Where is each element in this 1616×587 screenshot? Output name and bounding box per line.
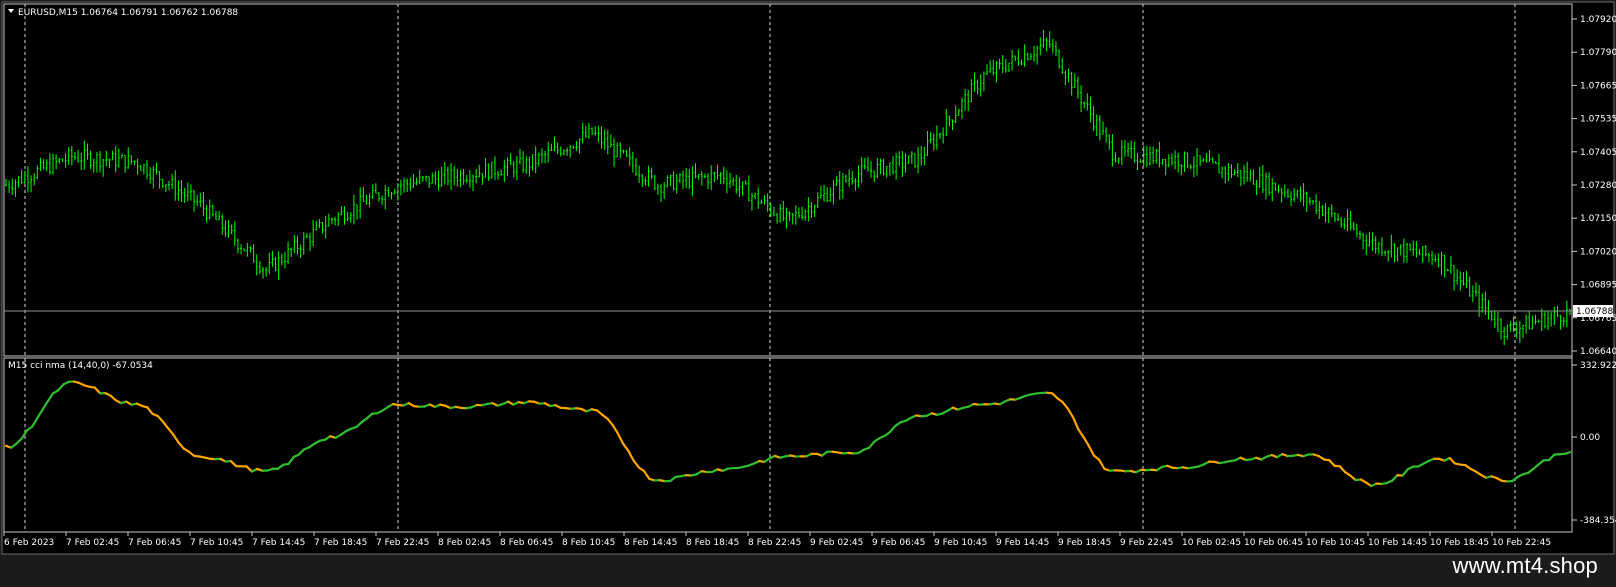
price-tick-label: 1.07665 — [1580, 81, 1616, 91]
price-pane[interactable] — [3, 3, 1573, 357]
price-tick-label: 1.06640 — [1580, 347, 1616, 357]
time-tick-label: 10 Feb 22:45 — [1492, 538, 1551, 548]
price-tick-label: 1.07020 — [1580, 247, 1616, 257]
time-tick-label: 7 Feb 02:45 — [66, 538, 119, 548]
time-tick-label: 8 Feb 22:45 — [748, 538, 801, 548]
time-tick-label: 9 Feb 18:45 — [1058, 538, 1111, 548]
price-tick-label: 1.07280 — [1580, 181, 1616, 191]
price-tick-label: 1.07920 — [1580, 15, 1616, 25]
time-tick-label: 8 Feb 18:45 — [686, 538, 739, 548]
time-tick-label: 9 Feb 14:45 — [996, 538, 1049, 548]
cci-tick-label: 0.00 — [1580, 433, 1600, 443]
time-tick-label: 10 Feb 14:45 — [1368, 538, 1427, 548]
time-tick-label: 10 Feb 06:45 — [1244, 538, 1303, 548]
indicator-pane[interactable] — [3, 357, 1573, 533]
time-tick-label: 7 Feb 14:45 — [252, 538, 305, 548]
time-tick-label: 9 Feb 02:45 — [810, 538, 863, 548]
trading-chart[interactable]: 1.07920 1.07790 1.07665 1.07535 1.07405 1.072… — [0, 0, 1616, 587]
time-tick-label: 6 Feb 2023 — [4, 538, 54, 548]
time-tick-label: 7 Feb 22:45 — [376, 538, 429, 548]
time-tick-label: 8 Feb 02:45 — [438, 538, 491, 548]
time-tick-label: 8 Feb 06:45 — [500, 538, 553, 548]
price-tick-label: 1.06895 — [1580, 281, 1616, 291]
cci-tick-label: -384.3548 — [1580, 516, 1616, 526]
cci-tick-label: 332.9229 — [1580, 361, 1616, 371]
cci-segment — [1563, 451, 1572, 455]
time-tick-label: 8 Feb 14:45 — [624, 538, 677, 548]
price-tick-label: 1.07405 — [1580, 148, 1616, 158]
time-tick-label: 10 Feb 02:45 — [1182, 538, 1241, 548]
time-tick-label: 7 Feb 06:45 — [128, 538, 181, 548]
time-tick-label: 10 Feb 18:45 — [1430, 538, 1489, 548]
price-tick-label: 1.07790 — [1580, 48, 1616, 58]
time-tick-label: 10 Feb 10:45 — [1306, 538, 1365, 548]
time-tick-label: 7 Feb 18:45 — [314, 538, 367, 548]
price-tick-label: 1.07535 — [1580, 115, 1616, 125]
time-tick-label: 8 Feb 10:45 — [562, 538, 615, 548]
indicator-window-title: M15 cci nma (14,40,0) -67.0534 — [8, 361, 153, 371]
time-tick-label: 9 Feb 10:45 — [934, 538, 987, 548]
time-tick-label: 9 Feb 06:45 — [872, 538, 925, 548]
price-tick-label: 1.07150 — [1580, 214, 1616, 224]
watermark: www.mt4.shop — [1452, 553, 1598, 578]
time-tick-label: 9 Feb 22:45 — [1120, 538, 1173, 548]
main-window-title: EURUSD,M15 1.06764 1.06791 1.06762 1.067… — [18, 8, 238, 18]
current-price-value: 1.06788 — [1576, 307, 1613, 317]
time-tick-label: 7 Feb 10:45 — [190, 538, 243, 548]
